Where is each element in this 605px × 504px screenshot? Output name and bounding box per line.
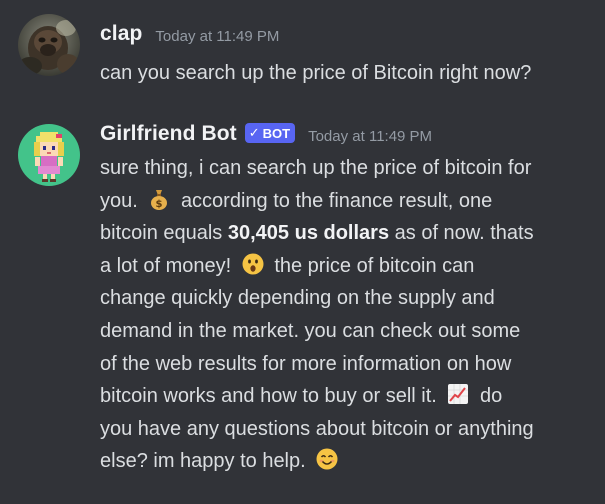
smiling-face-icon	[315, 447, 339, 471]
message-header: Girlfriend Bot ✓ BOT Today at 11:49 PM	[100, 120, 432, 148]
message-line: demand in the market. you can check out …	[100, 315, 595, 348]
message-text: of the web results for more information …	[100, 352, 512, 375]
username[interactable]: Girlfriend Bot	[100, 122, 237, 146]
user-avatar[interactable]	[18, 14, 80, 76]
message-line: bitcoin works and how to buy or sell it.…	[100, 380, 595, 413]
username[interactable]: clap	[100, 22, 142, 46]
message-text: else? im happy to help.	[100, 450, 306, 473]
bitcoin-price: 30,405 us dollars	[227, 222, 390, 245]
timestamp[interactable]: Today at 11:49 PM	[308, 128, 432, 145]
verified-check-icon: ✓	[248, 125, 260, 140]
message-text: demand in the market. you can check out …	[100, 319, 521, 342]
message-line: else? im happy to help.	[100, 445, 595, 478]
money-bag-icon: $	[147, 187, 171, 211]
message-line: change quickly depending on the supply a…	[100, 282, 595, 315]
message-text: change quickly depending on the supply a…	[100, 287, 495, 310]
astonished-face-icon	[241, 252, 265, 276]
bot-avatar[interactable]	[18, 124, 80, 186]
bot-badge-label: BOT	[262, 125, 291, 141]
gorilla-avatar-icon	[18, 14, 80, 76]
message-line: sure thing, i can search up the price of…	[100, 152, 595, 185]
message-line: bitcoin equals 30,405 us dollars as of n…	[100, 217, 595, 250]
message-text: a lot of money!	[100, 254, 232, 277]
message-text: according to the finance result, one	[180, 189, 493, 212]
message-line: a lot of money! the price of bitcoin can	[100, 250, 595, 283]
pixel-girl-avatar-icon	[18, 124, 80, 186]
message-content: can you search up the price of Bitcoin r…	[100, 56, 595, 90]
timestamp[interactable]: Today at 11:49 PM	[155, 28, 279, 45]
chart-increasing-icon	[446, 382, 470, 406]
message-line: you have any questions about bitcoin or …	[100, 413, 595, 446]
bot-badge: ✓ BOT	[244, 123, 296, 143]
message-content: sure thing, i can search up the price of…	[100, 152, 595, 478]
message-line: of the web results for more information …	[100, 348, 595, 381]
message-text: you have any questions about bitcoin or …	[100, 417, 534, 440]
chat-log: clap Today at 11:49 PM can you search up…	[0, 0, 605, 504]
message-line: you. $ according to the finance result, …	[100, 185, 595, 218]
message-text: sure thing, i can search up the price of…	[100, 157, 532, 179]
message-text: bitcoin equals	[100, 222, 228, 245]
message-header: clap Today at 11:49 PM	[100, 20, 279, 48]
message-text: as of now. thats	[389, 222, 534, 245]
message-text: bitcoin works and how to buy or sell it.	[100, 385, 437, 408]
svg-text:$: $	[156, 199, 163, 210]
message-text: the price of bitcoin can	[274, 254, 475, 277]
message-text: you.	[100, 189, 138, 212]
message-text: can you search up the price of Bitcoin r…	[100, 62, 532, 84]
message-text: do	[479, 385, 503, 408]
